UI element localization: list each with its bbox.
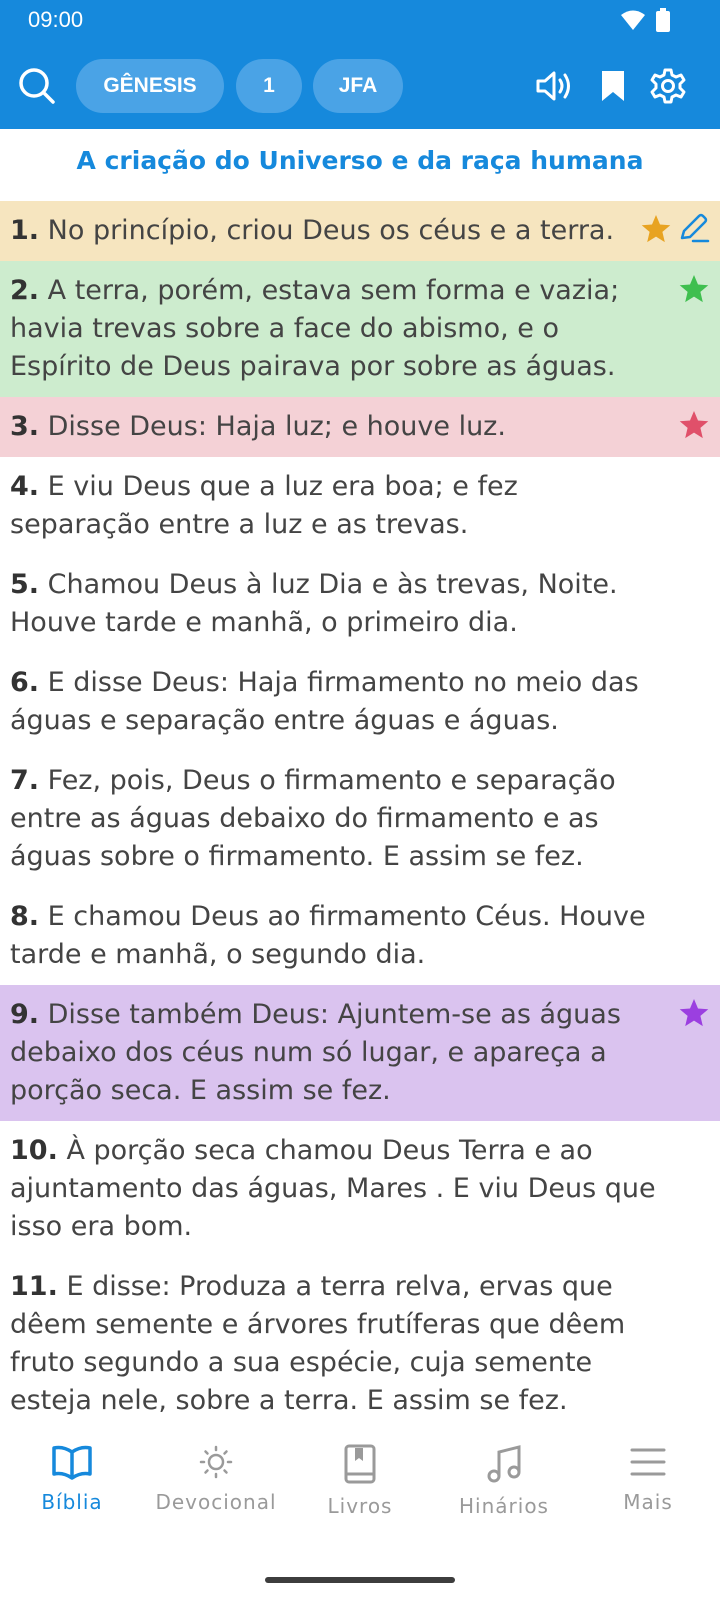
nav-label: Devocional (155, 1490, 277, 1514)
nav-item-mais[interactable]: Mais (576, 1444, 720, 1514)
verse-list: 1. No princípio, criou Deus os céus e a … (0, 201, 720, 1414)
verse-number: 9. (10, 999, 40, 1030)
verse-number: 4. (10, 471, 40, 502)
verse-text: E disse Deus: Haja firmamento no meio da… (10, 667, 639, 736)
verse-1[interactable]: 1. No princípio, criou Deus os céus e a … (0, 201, 720, 261)
verse-text: E chamou Deus ao firmamento Céus. Houve … (10, 901, 646, 970)
nav-item-livros[interactable]: Livros (288, 1444, 432, 1518)
verse-text: Disse Deus: Haja luz; e houve luz. (47, 411, 506, 442)
audio-button[interactable] (533, 64, 577, 108)
verse-7[interactable]: 7. Fez, pois, Deus o firmamento e separa… (0, 751, 720, 887)
bookmark-icon (602, 71, 624, 101)
book-selector[interactable]: GÊNESIS (76, 59, 224, 113)
verse-text: E disse: Produza a terra relva, ervas qu… (10, 1271, 626, 1414)
verse-11[interactable]: 11. E disse: Produza a terra relva, erva… (0, 1257, 720, 1414)
verse-number: 11. (10, 1271, 58, 1302)
verse-text: No princípio, criou Deus os céus e a ter… (47, 215, 615, 246)
verse-number: 5. (10, 569, 40, 600)
pencil-icon[interactable] (676, 211, 710, 245)
wifi-icon (621, 10, 645, 30)
app-bar: 09:00 GÊNESIS 1 JFA (0, 0, 720, 129)
bottom-nav: Bíblia Devocional Livros Hinários Mais (0, 1414, 720, 1544)
nav-label: Mais (623, 1490, 673, 1514)
verse-3[interactable]: 3. Disse Deus: Haja luz; e houve luz. (0, 397, 720, 457)
version-selector[interactable]: JFA (313, 59, 403, 113)
star-icon[interactable] (678, 273, 710, 305)
verse-number: 2. (10, 275, 40, 306)
verse-9[interactable]: 9. Disse também Deus: Ajuntem-se as água… (0, 985, 720, 1121)
open-book-icon (52, 1445, 92, 1480)
nav-item-biblia[interactable]: Bíblia (0, 1444, 144, 1514)
verse-number: 6. (10, 667, 40, 698)
verse-6[interactable]: 6. E disse Deus: Haja firmamento no meio… (0, 653, 720, 751)
battery-icon (656, 8, 670, 32)
verse-text: E viu Deus que a luz era boa; e fez sepa… (10, 471, 518, 540)
chapter-title: A criação do Universo e da raça humana (76, 146, 644, 175)
status-time: 09:00 (28, 7, 84, 32)
nav-label: Bíblia (41, 1490, 103, 1514)
star-icon[interactable] (678, 997, 710, 1029)
verse-number: 3. (10, 411, 40, 442)
verse-5[interactable]: 5. Chamou Deus à luz Dia e às trevas, No… (0, 555, 720, 653)
verse-text: Fez, pois, Deus o firmamento e separação… (10, 765, 616, 872)
verse-text: Chamou Deus à luz Dia e às trevas, Noite… (10, 569, 618, 638)
bookmark-button[interactable] (591, 64, 635, 108)
home-indicator[interactable] (265, 1577, 455, 1583)
chapter-selector[interactable]: 1 (236, 59, 302, 113)
verse-number: 10. (10, 1135, 58, 1166)
search-icon (19, 68, 55, 104)
status-icons (620, 8, 670, 32)
verse-number: 8. (10, 901, 40, 932)
verse-text: A terra, porém, estava sem forma e vazia… (10, 275, 620, 382)
book-icon (344, 1444, 376, 1484)
verse-4[interactable]: 4. E viu Deus que a luz era boa; e fez s… (0, 457, 720, 555)
verse-text: Disse também Deus: Ajuntem-se as águas d… (10, 999, 621, 1106)
verse-number: 7. (10, 765, 40, 796)
sun-icon (199, 1445, 233, 1479)
settings-button[interactable] (646, 64, 690, 108)
search-button[interactable] (16, 65, 58, 107)
nav-item-devocional[interactable]: Devocional (144, 1444, 288, 1514)
verse-number: 1. (10, 215, 40, 246)
music-note-icon (487, 1445, 521, 1483)
nav-label: Livros (327, 1494, 393, 1518)
verse-text: À porção seca chamou Deus Terra e ao aju… (10, 1135, 656, 1242)
star-icon[interactable] (678, 409, 710, 441)
verse-10[interactable]: 10. À porção seca chamou Deus Terra e ao… (0, 1121, 720, 1257)
gear-icon (650, 68, 686, 104)
star-icon[interactable] (640, 213, 672, 245)
speaker-icon (536, 71, 570, 101)
nav-item-hinarios[interactable]: Hinários (432, 1444, 576, 1518)
verse-2[interactable]: 2. A terra, porém, estava sem forma e va… (0, 261, 720, 397)
menu-icon (630, 1448, 666, 1476)
verse-8[interactable]: 8. E chamou Deus ao firmamento Céus. Hou… (0, 887, 720, 985)
nav-label: Hinários (459, 1494, 549, 1518)
